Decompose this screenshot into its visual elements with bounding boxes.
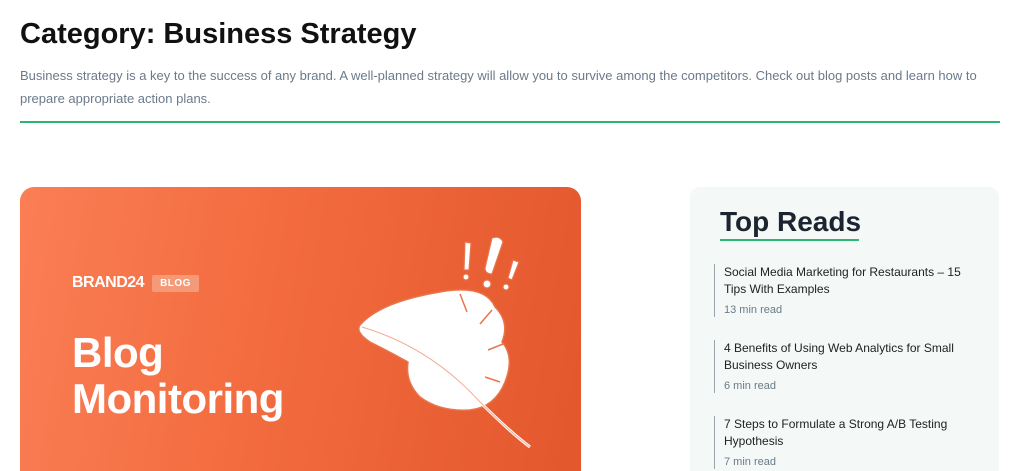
top-read-item[interactable]: 7 Steps to Formulate a Strong A/B Testin… — [714, 416, 974, 469]
top-read-time: 6 min read — [724, 380, 776, 392]
brand-name: BRAND24 — [72, 274, 145, 291]
top-read-item[interactable]: Social Media Marketing for Restaurants –… — [714, 264, 974, 317]
feather-illustration — [358, 236, 531, 449]
featured-post-title-line2: Monitoring — [72, 375, 284, 422]
category-name: Business Strategy — [163, 18, 417, 50]
top-read-title[interactable]: 7 Steps to Formulate a Strong A/B Testin… — [724, 416, 974, 450]
featured-post-title-line1: Blog — [72, 329, 164, 376]
brand-logo: BRAND24 BLOG — [72, 274, 199, 292]
top-read-title[interactable]: 4 Benefits of Using Web Analytics for Sm… — [724, 340, 974, 374]
category-prefix: Category: — [20, 18, 164, 50]
featured-post-title: Blog Monitoring — [72, 330, 284, 422]
blog-tag: BLOG — [152, 274, 199, 292]
divider — [20, 121, 1000, 123]
top-read-item[interactable]: 4 Benefits of Using Web Analytics for Sm… — [714, 340, 974, 393]
top-read-time: 7 min read — [724, 456, 776, 468]
category-description: Business strategy is a key to the succes… — [20, 68, 977, 106]
page-title: Category: Business Strategy — [20, 16, 416, 52]
top-read-title[interactable]: Social Media Marketing for Restaurants –… — [724, 264, 974, 298]
top-reads-panel: Top Reads Social Media Marketing for Res… — [690, 187, 999, 471]
top-reads-title: Top Reads — [720, 206, 862, 237]
featured-post-image[interactable]: BRAND24 BLOG Blog Monitoring — [20, 187, 581, 471]
top-read-time: 13 min read — [724, 304, 783, 316]
top-reads-underline — [720, 239, 859, 241]
